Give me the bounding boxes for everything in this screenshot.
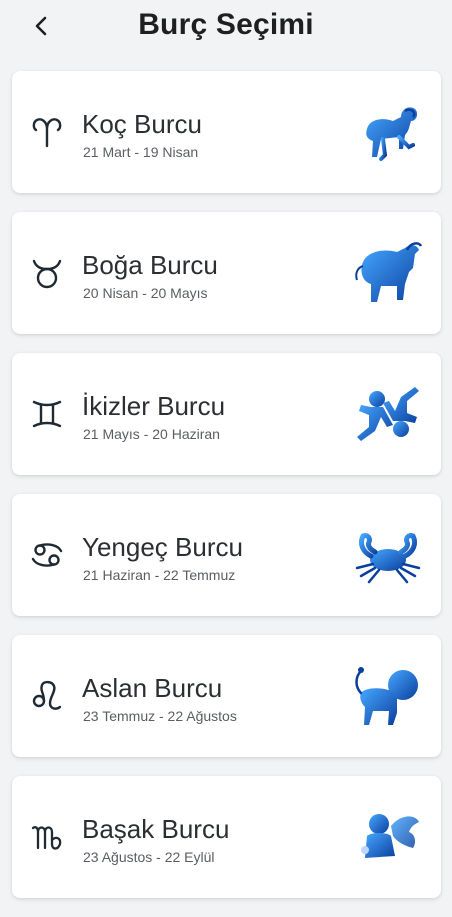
sign-name: İkizler Burcu xyxy=(82,391,226,421)
aries-symbol-icon xyxy=(30,113,64,151)
virgo-symbol-icon xyxy=(30,818,64,856)
sign-dates: 20 Nisan - 20 Mayıs xyxy=(83,285,208,301)
sign-dates: 21 Mayıs - 20 Haziran xyxy=(83,426,220,442)
sign-name: Başak Burcu xyxy=(82,814,230,844)
zodiac-card-leo[interactable]: Aslan Burcu 23 Temmuz - 22 Ağustos xyxy=(12,635,441,757)
sign-dates: 23 Temmuz - 22 Ağustos xyxy=(83,708,237,724)
zodiac-card-virgo[interactable]: Başak Burcu 23 Ağustos - 22 Eylül xyxy=(12,776,441,898)
leo-symbol-icon xyxy=(30,677,64,715)
zodiac-card-taurus[interactable]: Boğa Burcu 20 Nisan - 20 Mayıs xyxy=(12,212,441,334)
bull-illustration-icon xyxy=(355,242,423,302)
sign-name: Koç Burcu xyxy=(82,109,202,139)
sign-name: Aslan Burcu xyxy=(82,673,223,703)
maiden-illustration-icon xyxy=(361,814,419,858)
zodiac-card-aries[interactable]: Koç Burcu 21 Mart - 19 Nisan xyxy=(12,71,441,193)
crab-illustration-icon xyxy=(355,533,421,584)
taurus-symbol-icon xyxy=(30,254,64,292)
sign-dates: 23 Ağustos - 22 Eylül xyxy=(83,849,215,865)
zodiac-card-cancer[interactable]: Yengeç Burcu 21 Haziran - 22 Temmuz xyxy=(12,494,441,616)
page-title: Burç Seçimi xyxy=(138,8,314,41)
lion-illustration-icon xyxy=(355,667,418,725)
twins-illustration-icon xyxy=(357,387,419,441)
sign-name: Yengeç Burcu xyxy=(82,532,243,562)
zodiac-card-gemini[interactable]: İkizler Burcu 21 Mayıs - 20 Haziran xyxy=(12,353,441,475)
ram-illustration-icon xyxy=(366,107,418,161)
zodiac-list: Koç Burcu 21 Mart - 19 Nisan Boğa Burcu … xyxy=(12,71,441,917)
app-header: Burç Seçimi xyxy=(0,0,452,56)
cancer-symbol-icon xyxy=(30,536,64,574)
sign-name: Boğa Burcu xyxy=(82,250,218,280)
sign-dates: 21 Haziran - 22 Temmuz xyxy=(83,567,236,583)
sign-dates: 21 Mart - 19 Nisan xyxy=(83,144,199,160)
gemini-symbol-icon xyxy=(30,395,64,433)
